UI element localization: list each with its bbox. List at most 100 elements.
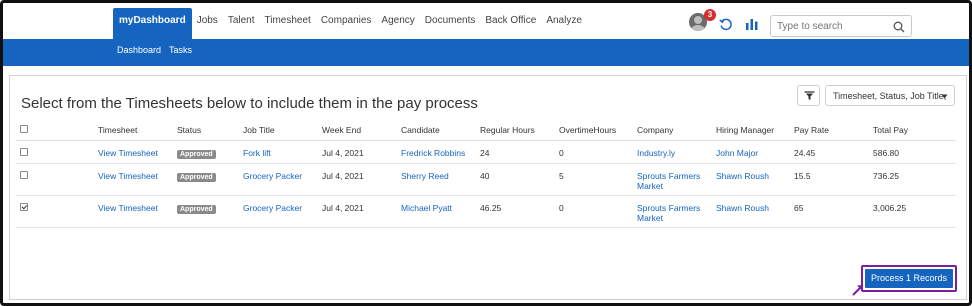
timesheets-table: Timesheet Status Job Title Week End Cand… — [16, 120, 956, 228]
view-timesheet-link[interactable]: View Timesheet — [98, 148, 158, 158]
view-timesheet-link[interactable]: View Timesheet — [98, 171, 158, 181]
table-row: View Timesheet Approved Grocery Packer J… — [16, 195, 956, 228]
search-box[interactable] — [770, 15, 912, 37]
job-title-link[interactable]: Grocery Packer — [243, 203, 302, 213]
row-select-cell — [16, 163, 94, 196]
total-pay-cell: 736.25 — [869, 163, 956, 196]
select-all-cell — [16, 120, 94, 141]
column-header-pay-rate[interactable]: Pay Rate — [790, 120, 869, 141]
column-header-total-pay[interactable]: Total Pay — [869, 120, 956, 141]
timesheet-cell: View Timesheet — [94, 163, 173, 196]
nav-item-analyze[interactable]: Analyze — [541, 8, 587, 39]
columns-select-value: Timesheet, Status, Job Title, — [833, 91, 947, 101]
subnav-item-dashboard[interactable]: Dashboard — [113, 45, 165, 55]
page-title: Select from the Timesheets below to incl… — [21, 95, 478, 112]
row-checkbox[interactable] — [20, 202, 28, 211]
company-link[interactable]: Sprouts Farmers Market — [637, 171, 700, 191]
hiring-manager-cell: Shawn Roush — [712, 195, 790, 228]
column-header-timesheet[interactable]: Timesheet — [94, 120, 173, 141]
process-records-label: Process 1 Records — [865, 269, 953, 288]
column-header-job-title[interactable]: Job Title — [239, 120, 318, 141]
main-nav: myDashboard Jobs Talent Timesheet Compan… — [113, 8, 587, 39]
overtime-hours-cell: 0 — [555, 195, 633, 228]
column-header-overtime-hours[interactable]: OvertimeHours — [555, 120, 633, 141]
candidate-link[interactable]: Sherry Reed — [401, 171, 449, 181]
total-pay-cell: 586.80 — [869, 140, 956, 164]
columns-select[interactable]: Timesheet, Status, Job Title, — [825, 85, 955, 106]
timesheet-cell: View Timesheet — [94, 195, 173, 228]
nav-item-talent[interactable]: Talent — [223, 8, 260, 39]
table-row: View Timesheet Approved Grocery Packer J… — [16, 163, 956, 196]
status-badge: Approved — [177, 204, 216, 214]
search-icon[interactable] — [893, 20, 905, 33]
job-title-cell: Grocery Packer — [239, 195, 318, 228]
nav-item-companies[interactable]: Companies — [316, 8, 377, 39]
hiring-manager-link[interactable]: John Major — [716, 148, 758, 158]
hiring-manager-cell: Shawn Roush — [712, 163, 790, 196]
candidate-cell: Sherry Reed — [397, 163, 476, 196]
column-header-regular-hours[interactable]: Regular Hours — [476, 120, 555, 141]
job-title-cell: Fork lift — [239, 140, 318, 164]
regular-hours-cell: 46.25 — [476, 195, 555, 228]
column-header-hiring-manager[interactable]: Hiring Manager — [712, 120, 790, 141]
status-badge: Approved — [177, 172, 216, 182]
total-pay-cell: 3,006.25 — [869, 195, 956, 228]
row-select-cell — [16, 195, 94, 228]
top-navigation-bar: myDashboard Jobs Talent Timesheet Compan… — [3, 3, 969, 39]
job-title-link[interactable]: Fork lift — [243, 148, 271, 158]
nav-item-jobs[interactable]: Jobs — [192, 8, 223, 39]
candidate-link[interactable]: Fredrick Robbins — [401, 148, 465, 158]
nav-item-agency[interactable]: Agency — [376, 8, 419, 39]
overtime-hours-cell: 5 — [555, 163, 633, 196]
status-badge: Approved — [177, 149, 216, 159]
table-row: View Timesheet Approved Fork lift Jul 4,… — [16, 140, 956, 164]
caret-down-icon — [941, 94, 948, 99]
hiring-manager-cell: John Major — [712, 140, 790, 164]
nav-item-documents[interactable]: Documents — [420, 8, 481, 39]
search-input[interactable] — [777, 18, 887, 34]
column-header-status[interactable]: Status — [173, 120, 239, 141]
company-cell: Industry.ly — [633, 140, 712, 164]
subnav-item-tasks[interactable]: Tasks — [165, 45, 196, 55]
hiring-manager-link[interactable]: Shawn Roush — [716, 203, 769, 213]
select-all-checkbox[interactable] — [20, 124, 28, 133]
nav-item-timesheet[interactable]: Timesheet — [260, 8, 316, 39]
sub-navigation-bar: Dashboard Tasks — [3, 39, 969, 66]
hiring-manager-link[interactable]: Shawn Roush — [716, 171, 769, 181]
pay-rate-cell: 65 — [790, 195, 869, 228]
column-header-company[interactable]: Company — [633, 120, 712, 141]
job-title-link[interactable]: Grocery Packer — [243, 171, 302, 181]
refresh-icon[interactable] — [719, 17, 735, 33]
company-cell: Sprouts Farmers Market — [633, 195, 712, 228]
column-header-candidate[interactable]: Candidate — [397, 120, 476, 141]
process-records-button[interactable]: Process 1 Records — [861, 265, 957, 292]
status-cell: Approved — [173, 163, 239, 196]
regular-hours-cell: 24 — [476, 140, 555, 164]
week-end-cell: Jul 4, 2021 — [318, 163, 397, 196]
status-cell: Approved — [173, 195, 239, 228]
pointer-arrow-icon — [852, 285, 863, 296]
candidate-link[interactable]: Michael Pyatt — [401, 203, 452, 213]
company-link[interactable]: Industry.ly — [637, 148, 675, 158]
candidate-cell: Fredrick Robbins — [397, 140, 476, 164]
overtime-hours-cell: 0 — [555, 140, 633, 164]
company-cell: Sprouts Farmers Market — [633, 163, 712, 196]
app-window: myDashboard Jobs Talent Timesheet Compan… — [0, 0, 972, 306]
column-header-week-end[interactable]: Week End — [318, 120, 397, 141]
company-link[interactable]: Sprouts Farmers Market — [637, 203, 700, 223]
pay-rate-cell: 15.5 — [790, 163, 869, 196]
filter-button[interactable] — [797, 85, 820, 106]
bar-chart-icon[interactable] — [745, 17, 761, 33]
row-select-cell — [16, 140, 94, 164]
row-checkbox[interactable] — [20, 147, 28, 156]
timesheets-panel: Select from the Timesheets below to incl… — [9, 75, 967, 300]
filter-icon — [804, 91, 815, 100]
timesheet-cell: View Timesheet — [94, 140, 173, 164]
sub-nav: Dashboard Tasks — [113, 45, 196, 55]
status-cell: Approved — [173, 140, 239, 164]
pay-rate-cell: 24.45 — [790, 140, 869, 164]
nav-item-mydashboard[interactable]: myDashboard — [113, 8, 192, 39]
row-checkbox[interactable] — [20, 170, 28, 179]
nav-item-back-office[interactable]: Back Office — [480, 8, 541, 39]
view-timesheet-link[interactable]: View Timesheet — [98, 203, 158, 213]
